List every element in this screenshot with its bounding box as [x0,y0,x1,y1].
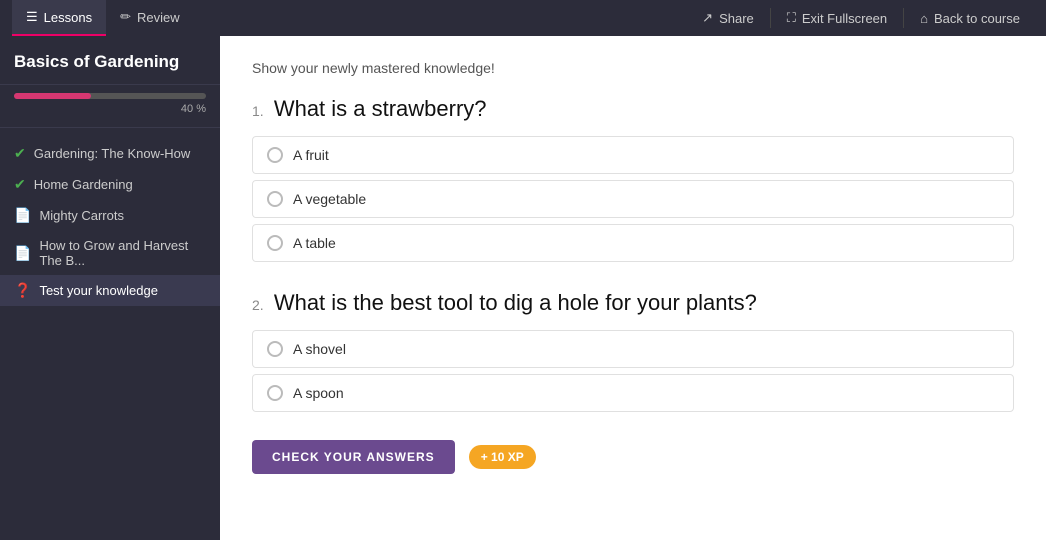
radio-q1-c[interactable] [267,235,283,251]
sidebar-item-how-to-grow[interactable]: 📄 How to Grow and Harvest The B... [0,231,220,275]
fullscreen-icon: ⛶ [787,10,796,26]
sidebar-item-label: Home Gardening [34,177,133,192]
question-1-block: 1. What is a strawberry? A fruit A veget… [252,96,1014,262]
sidebar-items: ✔ Gardening: The Know-How ✔ Home Gardeni… [0,128,220,316]
question-1-title: 1. What is a strawberry? [252,96,1014,122]
home-icon: ⌂ [920,11,928,26]
actions-row: CHECK YOUR ANSWERS + 10 XP [252,440,1014,474]
lessons-icon: ☰ [26,9,38,25]
radio-q2-b[interactable] [267,385,283,401]
option-q2-b-label: A spoon [293,385,344,401]
content-subtitle: Show your newly mastered knowledge! [252,60,1014,76]
check-icon-2: ✔ [14,176,26,193]
radio-q1-a[interactable] [267,147,283,163]
question-1-text: What is a strawberry? [274,96,487,121]
doc-icon-1: 📄 [14,207,31,224]
sidebar-title: Basics of Gardening [0,36,220,85]
main-layout: Basics of Gardening 40 % ✔ Gardening: Th… [0,36,1046,540]
question-2-number: 2. [252,297,264,313]
review-icon: ✏ [120,9,131,25]
option-q2-b[interactable]: A spoon [252,374,1014,412]
option-q1-c[interactable]: A table [252,224,1014,262]
nav-divider-1 [770,8,771,28]
progress-container: 40 % [0,85,220,128]
sidebar-item-label: Mighty Carrots [39,208,124,223]
sidebar-item-test-knowledge[interactable]: ❓ Test your knowledge [0,275,220,306]
question-2-title: 2. What is the best tool to dig a hole f… [252,290,1014,316]
question-2-block: 2. What is the best tool to dig a hole f… [252,290,1014,412]
back-to-course-label: Back to course [934,11,1020,26]
doc-icon-2: 📄 [14,245,31,262]
sidebar-item-label: Test your knowledge [39,283,158,298]
nav-actions: ↗ Share ⛶ Exit Fullscreen ⌂ Back to cour… [688,0,1034,36]
option-q1-b[interactable]: A vegetable [252,180,1014,218]
nav-divider-2 [903,8,904,28]
sidebar-item-gardening-know-how[interactable]: ✔ Gardening: The Know-How [0,138,220,169]
progress-label: 40 % [14,103,206,115]
radio-q1-b[interactable] [267,191,283,207]
option-q2-a-label: A shovel [293,341,346,357]
option-q1-a-label: A fruit [293,147,329,163]
share-label: Share [719,11,754,26]
exit-fullscreen-label: Exit Fullscreen [802,11,887,26]
tab-review-label: Review [137,10,180,25]
back-to-course-button[interactable]: ⌂ Back to course [906,0,1034,36]
option-q1-b-label: A vegetable [293,191,366,207]
check-icon-1: ✔ [14,145,26,162]
tab-review[interactable]: ✏ Review [106,0,194,36]
question-1-number: 1. [252,103,264,119]
share-button[interactable]: ↗ Share [688,0,768,36]
progress-fill [14,93,91,99]
question-2-text: What is the best tool to dig a hole for … [274,290,757,315]
sidebar-item-mighty-carrots[interactable]: 📄 Mighty Carrots [0,200,220,231]
option-q2-a[interactable]: A shovel [252,330,1014,368]
option-q1-c-label: A table [293,235,336,251]
quiz-icon: ❓ [14,282,31,299]
xp-badge: + 10 XP [469,445,536,469]
share-icon: ↗ [702,10,713,26]
tab-lessons[interactable]: ☰ Lessons [12,0,106,36]
sidebar-item-label: Gardening: The Know-How [34,146,191,161]
sidebar-item-home-gardening[interactable]: ✔ Home Gardening [0,169,220,200]
exit-fullscreen-button[interactable]: ⛶ Exit Fullscreen [773,0,901,36]
progress-track [14,93,206,99]
content-area: Show your newly mastered knowledge! 1. W… [220,36,1046,540]
tab-lessons-label: Lessons [44,10,92,25]
check-answers-button[interactable]: CHECK YOUR ANSWERS [252,440,455,474]
sidebar: Basics of Gardening 40 % ✔ Gardening: Th… [0,36,220,540]
sidebar-item-label: How to Grow and Harvest The B... [39,238,206,268]
radio-q2-a[interactable] [267,341,283,357]
option-q1-a[interactable]: A fruit [252,136,1014,174]
top-nav: ☰ Lessons ✏ Review ↗ Share ⛶ Exit Fullsc… [0,0,1046,36]
